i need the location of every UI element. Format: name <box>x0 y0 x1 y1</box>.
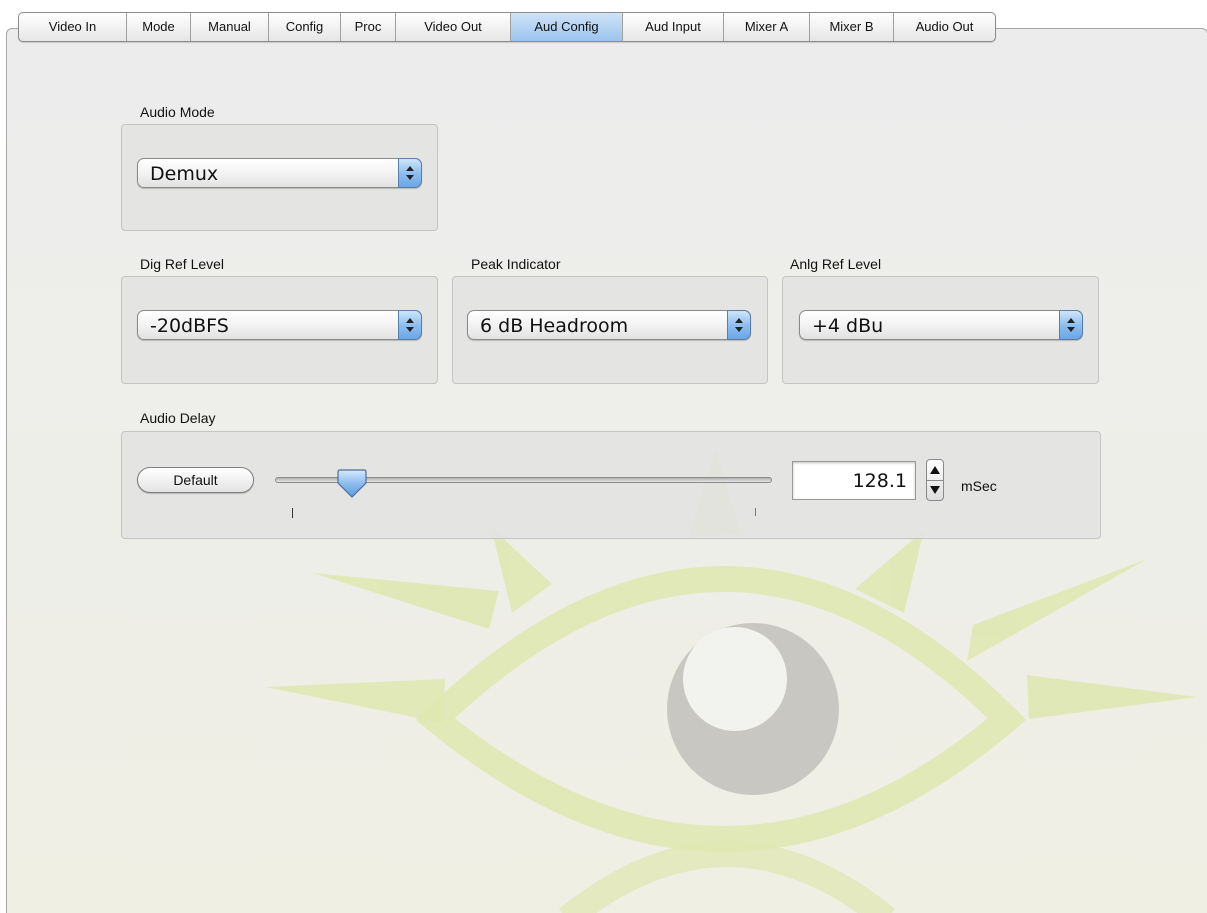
tab-video-in[interactable]: Video In <box>19 13 127 41</box>
up-down-chevron-icon <box>398 158 422 188</box>
tab-manual[interactable]: Manual <box>191 13 269 41</box>
up-down-chevron-icon <box>727 310 751 340</box>
up-down-chevron-icon <box>1059 310 1083 340</box>
watermark-ray <box>1027 675 1197 719</box>
watermark-pupil <box>683 627 787 731</box>
tab-proc[interactable]: Proc <box>341 13 396 41</box>
watermark-ray <box>265 679 445 723</box>
anlg-ref-level-popup[interactable]: +4 dBu <box>799 310 1083 340</box>
watermark-ray <box>313 573 499 629</box>
peak-indicator-label: Peak Indicator <box>471 256 561 272</box>
up-down-chevron-icon <box>398 310 422 340</box>
anlg-ref-level-value: +4 dBu <box>812 315 884 337</box>
tab-config[interactable]: Config <box>269 13 341 41</box>
dig-ref-level-value: -20dBFS <box>150 315 229 337</box>
watermark-lower-arc <box>558 841 896 913</box>
audio-delay-label: Audio Delay <box>140 410 216 426</box>
default-button[interactable]: Default <box>137 467 254 493</box>
dig-ref-level-label: Dig Ref Level <box>140 256 225 272</box>
watermark-ray <box>491 527 552 613</box>
peak-indicator-value: 6 dB Headroom <box>480 315 629 337</box>
audio-mode-value: Demux <box>150 163 219 185</box>
anlg-ref-level-label: Anlg Ref Level <box>790 256 882 272</box>
tab-audio-out[interactable]: Audio Out <box>894 13 995 41</box>
slider-tick-max <box>755 508 756 516</box>
tab-mode[interactable]: Mode <box>127 13 191 41</box>
tab-aud-config[interactable]: Aud Config <box>511 13 623 41</box>
stepper-up-icon[interactable] <box>927 460 943 480</box>
audio-mode-label: Audio Mode <box>140 104 215 120</box>
tab-aud-input[interactable]: Aud Input <box>623 13 724 41</box>
delay-unit-label: mSec <box>961 478 997 494</box>
delay-stepper[interactable] <box>926 459 944 501</box>
peak-indicator-popup[interactable]: 6 dB Headroom <box>467 310 751 340</box>
audio-mode-popup[interactable]: Demux <box>137 158 422 188</box>
tab-mixer-a[interactable]: Mixer A <box>724 13 810 41</box>
slider-tick-min <box>292 508 293 518</box>
watermark-ray <box>967 559 1147 661</box>
tab-bar: Video In Mode Manual Config Proc Video O… <box>18 12 996 42</box>
tab-mixer-b[interactable]: Mixer B <box>810 13 894 41</box>
tab-video-out[interactable]: Video Out <box>396 13 511 41</box>
delay-slider-thumb[interactable] <box>336 467 368 499</box>
delay-value-field[interactable]: 128.1 <box>792 461 916 500</box>
stepper-down-icon[interactable] <box>927 480 943 500</box>
audio-delay-group <box>121 431 1101 539</box>
dig-ref-level-popup[interactable]: -20dBFS <box>137 310 422 340</box>
